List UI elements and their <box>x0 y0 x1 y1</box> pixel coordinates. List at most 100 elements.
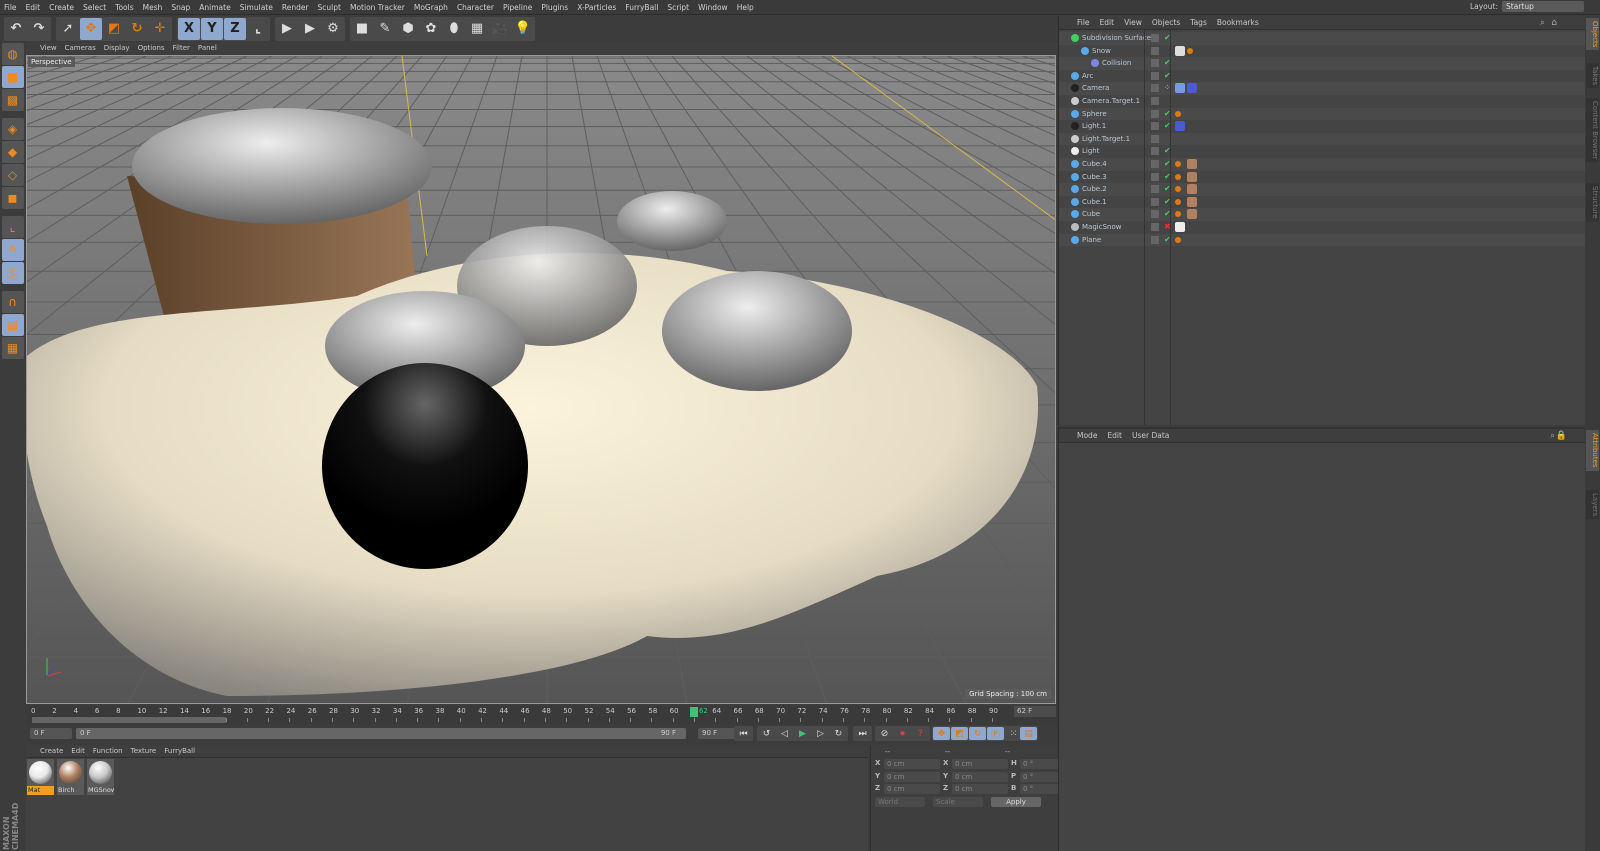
object-name[interactable]: Plane <box>1082 234 1101 247</box>
min-time-field[interactable]: 0 F <box>30 728 72 739</box>
coordinate-mode-dropdown[interactable]: World <box>875 797 925 807</box>
object-tag-icon[interactable] <box>1175 110 1181 117</box>
visibility-toggle[interactable] <box>1151 109 1159 118</box>
object-name[interactable]: Camera.Target.1 <box>1082 95 1140 108</box>
attribute-menu-mode[interactable]: Mode <box>1077 431 1097 440</box>
render-view-button[interactable]: ▶ <box>276 18 298 40</box>
size-y-field[interactable]: 0 cm <box>952 771 1008 782</box>
layout-selector[interactable]: Layout: Startup <box>1470 1 1584 12</box>
object-name[interactable]: Light <box>1082 145 1099 158</box>
object-row[interactable]: Cube.2 ✔ <box>1059 183 1586 196</box>
object-tag-icon[interactable] <box>1175 198 1181 205</box>
menu-file[interactable]: File <box>4 3 17 12</box>
object-name[interactable]: Light.Target.1 <box>1082 133 1130 146</box>
object-row[interactable]: Light ✔ <box>1059 145 1586 158</box>
rotation-key-button[interactable]: ↻ <box>969 727 986 740</box>
visibility-toggle[interactable] <box>1151 134 1159 143</box>
subdivision-button[interactable]: ⬢ <box>397 18 419 40</box>
visibility-toggle[interactable] <box>1151 223 1159 231</box>
lock-workplane-button[interactable]: ▦ <box>1 314 24 336</box>
visibility-toggle[interactable] <box>1151 235 1159 244</box>
menu-help[interactable]: Help <box>737 3 754 12</box>
material-swatch[interactable]: MGSnow <box>87 759 114 795</box>
position-key-button[interactable]: ✥ <box>933 727 950 740</box>
viewport-menu-options[interactable]: Options <box>138 44 165 52</box>
menu-furryball[interactable]: FurryBall <box>625 3 658 12</box>
floor-button[interactable]: ▦ <box>466 18 488 40</box>
material-menu-create[interactable]: Create <box>40 747 63 755</box>
object-menu-tags[interactable]: Tags <box>1190 18 1207 27</box>
visibility-toggle[interactable] <box>1151 46 1159 55</box>
menu-edit[interactable]: Edit <box>26 3 41 12</box>
menu-plugins[interactable]: Plugins <box>541 3 568 12</box>
object-tag-icon[interactable] <box>1175 45 1185 56</box>
object-name[interactable]: Cube.3 <box>1082 171 1107 184</box>
viewport-menu-view[interactable]: View <box>40 44 57 52</box>
lock-icon[interactable]: 🔒 <box>1556 431 1567 441</box>
object-row[interactable]: MagicSnow ✖ <box>1059 221 1586 234</box>
light-button[interactable]: 💡 <box>512 18 534 40</box>
object-name[interactable]: Cube.2 <box>1082 183 1107 196</box>
object-name[interactable]: Cube.4 <box>1082 158 1107 171</box>
menu-character[interactable]: Character <box>457 3 494 12</box>
object-row[interactable]: Sphere ✔ <box>1059 107 1586 121</box>
keyframe-selection-button[interactable]: ? <box>912 727 929 740</box>
visibility-toggle[interactable] <box>1151 34 1159 42</box>
tab-takes[interactable]: Takes <box>1586 63 1599 89</box>
tab-attributes[interactable]: Attributes <box>1586 430 1599 471</box>
viewport-menu-filter[interactable]: Filter <box>173 44 190 52</box>
object-name[interactable]: Sphere <box>1082 108 1107 121</box>
rotate-button[interactable]: ↻ <box>126 18 148 40</box>
solo-button[interactable]: Ⓢ <box>1 262 24 284</box>
object-tag-icon[interactable] <box>1175 83 1185 94</box>
menu-motion-tracker[interactable]: Motion Tracker <box>350 3 405 12</box>
visibility-toggle[interactable] <box>1151 84 1159 93</box>
material-swatch[interactable]: Mat <box>27 759 54 795</box>
menu-select[interactable]: Select <box>83 3 106 12</box>
current-frame-field[interactable]: 62 F <box>1014 706 1056 717</box>
previous-key-button[interactable]: ↺ <box>758 727 775 740</box>
points-mode-button[interactable]: ◆ <box>1 141 24 163</box>
redo-button[interactable]: ↷ <box>28 18 50 40</box>
object-name[interactable]: Cube <box>1082 208 1100 221</box>
array-button[interactable]: ✿ <box>420 18 442 40</box>
object-row[interactable]: Cube ✔ <box>1059 208 1586 221</box>
time-range-slider[interactable]: 0 F 90 F <box>76 728 686 739</box>
make-editable-button[interactable]: ◍ <box>1 43 24 65</box>
timeline-button[interactable]: ▤ <box>1020 727 1037 740</box>
parameter-key-button[interactable]: Ⓟ <box>987 727 1004 740</box>
camera-button[interactable]: 🎥 <box>489 18 511 40</box>
object-menu-file[interactable]: File <box>1077 18 1090 27</box>
cube-button[interactable]: ■ <box>351 18 373 40</box>
position-x-field[interactable]: 0 cm <box>884 759 940 769</box>
object-tag-icon[interactable] <box>1187 159 1197 169</box>
tab-objects[interactable]: Objects <box>1586 18 1599 51</box>
tweak-mode-button[interactable]: 🖱 <box>1 239 24 261</box>
object-menu-view[interactable]: View <box>1124 18 1142 27</box>
menu-script[interactable]: Script <box>667 3 689 12</box>
object-name[interactable]: Arc <box>1082 70 1093 83</box>
play-button[interactable]: ▶ <box>794 727 811 740</box>
attribute-menu-edit[interactable]: Edit <box>1107 431 1122 440</box>
home-icon[interactable]: ⌂ <box>1551 18 1557 28</box>
object-row[interactable]: Arc ✔ <box>1059 70 1586 83</box>
menu-mograph[interactable]: MoGraph <box>414 3 448 12</box>
scale-key-button[interactable]: ◩ <box>951 727 968 740</box>
edges-mode-button[interactable]: ◇ <box>1 164 24 186</box>
move-button[interactable]: ✥ <box>80 17 102 40</box>
autokey-button[interactable]: ⏺ <box>894 727 911 740</box>
position-z-field[interactable]: 0 cm <box>884 784 940 794</box>
polygons-mode-button[interactable]: ◼ <box>1 187 24 209</box>
deformer-button[interactable]: ⬮ <box>443 18 465 40</box>
visibility-toggle[interactable] <box>1151 59 1159 68</box>
size-x-field[interactable]: 0 cm <box>952 759 1008 769</box>
material-menu-edit[interactable]: Edit <box>71 747 85 755</box>
menu-mesh[interactable]: Mesh <box>143 3 163 12</box>
object-row[interactable]: Cube.1 ✔ <box>1059 196 1586 209</box>
object-name[interactable]: Cube.1 <box>1082 196 1107 209</box>
go-to-end-button[interactable]: ⏭ <box>854 727 871 740</box>
menu-render[interactable]: Render <box>282 3 309 12</box>
x-axis-button[interactable]: X <box>178 17 200 40</box>
search-icon[interactable]: ⌕ <box>1540 18 1545 28</box>
object-row[interactable]: Light.Target.1 <box>1059 132 1586 146</box>
